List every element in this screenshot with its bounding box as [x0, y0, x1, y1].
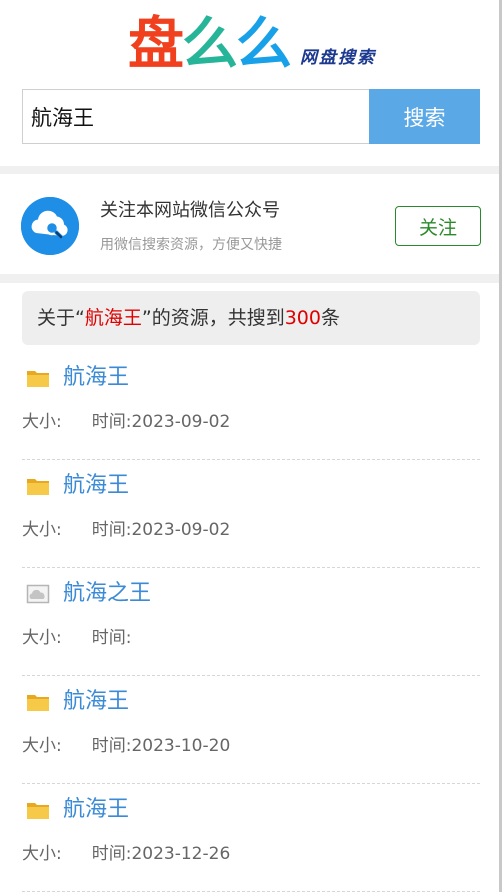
header: 盘 么 么 网盘搜索 搜索 — [0, 0, 502, 166]
result-meta: 大小: 时间:2023-12-26 — [22, 842, 230, 866]
summary-middle: ”的资源，共搜到 — [141, 307, 285, 329]
time-label: 时间: — [91, 412, 132, 432]
section-divider — [0, 274, 502, 283]
search-button[interactable]: 搜索 — [369, 89, 480, 144]
size-label: 大小: — [22, 628, 62, 648]
result-item[interactable]: 航海王 大小: 时间:2023-12-26 — [22, 784, 480, 892]
summary-count: 300 — [284, 307, 321, 329]
search-bar: 搜索 — [22, 89, 480, 144]
result-title-link[interactable]: 航海王 — [63, 684, 129, 720]
section-divider — [0, 166, 502, 174]
size-label: 大小: — [22, 520, 62, 540]
time-value: 2023-10-20 — [131, 736, 231, 756]
result-meta: 大小: 时间:2023-10-20 — [22, 734, 230, 758]
time-value: 2023-12-26 — [131, 844, 231, 864]
logo-char-3: 么 — [236, 12, 292, 77]
result-meta: 大小: 时间: — [22, 626, 131, 650]
size-label: 大小: — [22, 736, 62, 756]
cloud-search-icon — [21, 197, 79, 255]
time-label: 时间: — [91, 520, 132, 540]
result-title-link[interactable]: 航海之王 — [63, 576, 151, 612]
result-meta: 大小: 时间:2023-09-02 — [22, 518, 230, 542]
result-item[interactable]: 航海之王 大小: 时间: — [22, 568, 480, 676]
folder-icon — [26, 800, 50, 820]
time-value: 2023-09-02 — [131, 412, 231, 432]
result-title-link[interactable]: 航海王 — [63, 360, 129, 396]
logo-char-2: 么 — [182, 12, 238, 77]
follow-subtitle: 用微信搜索资源，方便又快捷 — [100, 237, 282, 253]
summary-prefix: 关于“ — [37, 307, 85, 329]
follow-title: 关注本网站微信公众号 — [100, 200, 280, 221]
logo-char-1: 盘 — [128, 12, 184, 77]
result-meta: 大小: 时间:2023-09-02 — [22, 410, 230, 434]
time-value: 2023-09-02 — [131, 520, 231, 540]
result-item[interactable]: 航海王 大小: 时间:2023-10-20 — [22, 676, 480, 784]
image-icon — [26, 584, 50, 604]
time-label: 时间: — [91, 628, 132, 648]
folder-icon — [26, 476, 50, 496]
summary-suffix: 条 — [320, 307, 340, 329]
follow-button[interactable]: 关注 — [395, 206, 481, 246]
logo-subtitle: 网盘搜索 — [300, 48, 376, 68]
time-label: 时间: — [91, 736, 132, 756]
folder-icon — [26, 692, 50, 712]
result-item[interactable]: 航海王 大小: 时间:2023-09-02 — [22, 352, 480, 460]
folder-icon — [26, 368, 50, 388]
site-logo[interactable]: 盘 么 么 网盘搜索 — [128, 12, 376, 74]
result-title-link[interactable]: 航海王 — [63, 468, 129, 504]
size-label: 大小: — [22, 412, 62, 432]
size-label: 大小: — [22, 844, 62, 864]
result-title-link[interactable]: 航海王 — [63, 792, 129, 828]
result-item[interactable]: 航海王 大小: 时间:2023-09-02 — [22, 460, 480, 568]
result-summary: 关于“航海王”的资源，共搜到300条 — [22, 291, 480, 345]
time-label: 时间: — [91, 844, 132, 864]
search-input[interactable] — [22, 89, 369, 144]
summary-keyword: 航海王 — [84, 307, 142, 329]
